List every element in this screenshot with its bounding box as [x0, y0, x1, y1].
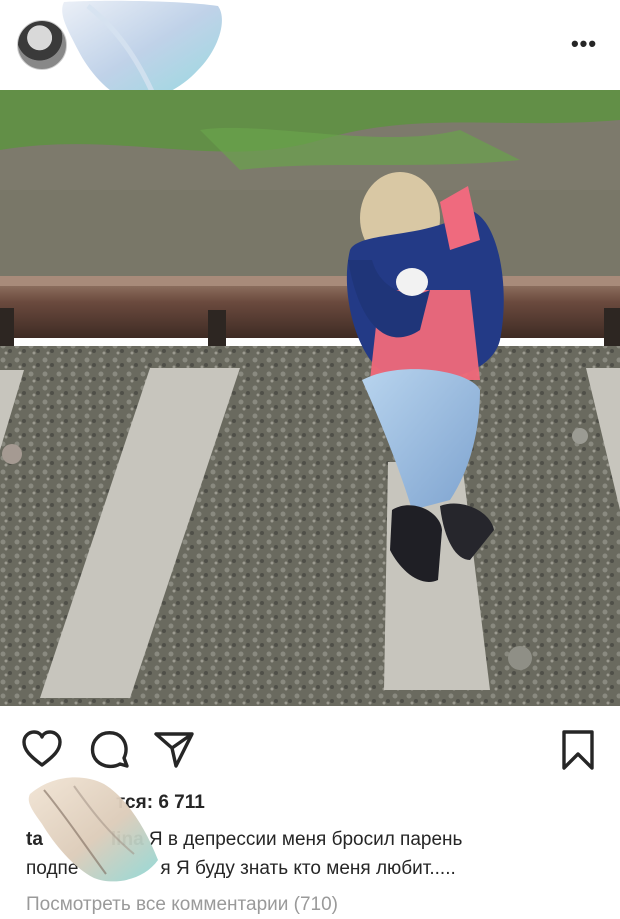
photo-illustration [0, 90, 620, 706]
redacted-username-smudge [62, 0, 222, 101]
caption-text: Я в депрессии меня бросил парень [148, 829, 463, 850]
post-header: ••• [0, 0, 620, 101]
redacted-username-scribble [28, 777, 159, 882]
heart-icon[interactable] [20, 728, 64, 772]
comment-icon[interactable] [87, 728, 131, 772]
post-photo[interactable] [0, 90, 620, 706]
bookmark-icon[interactable] [556, 728, 600, 772]
send-icon[interactable] [152, 728, 196, 772]
more-options-icon[interactable]: ••• [570, 30, 598, 58]
view-all-comments-link[interactable]: Посмотреть все комментарии (710) [26, 894, 338, 916]
